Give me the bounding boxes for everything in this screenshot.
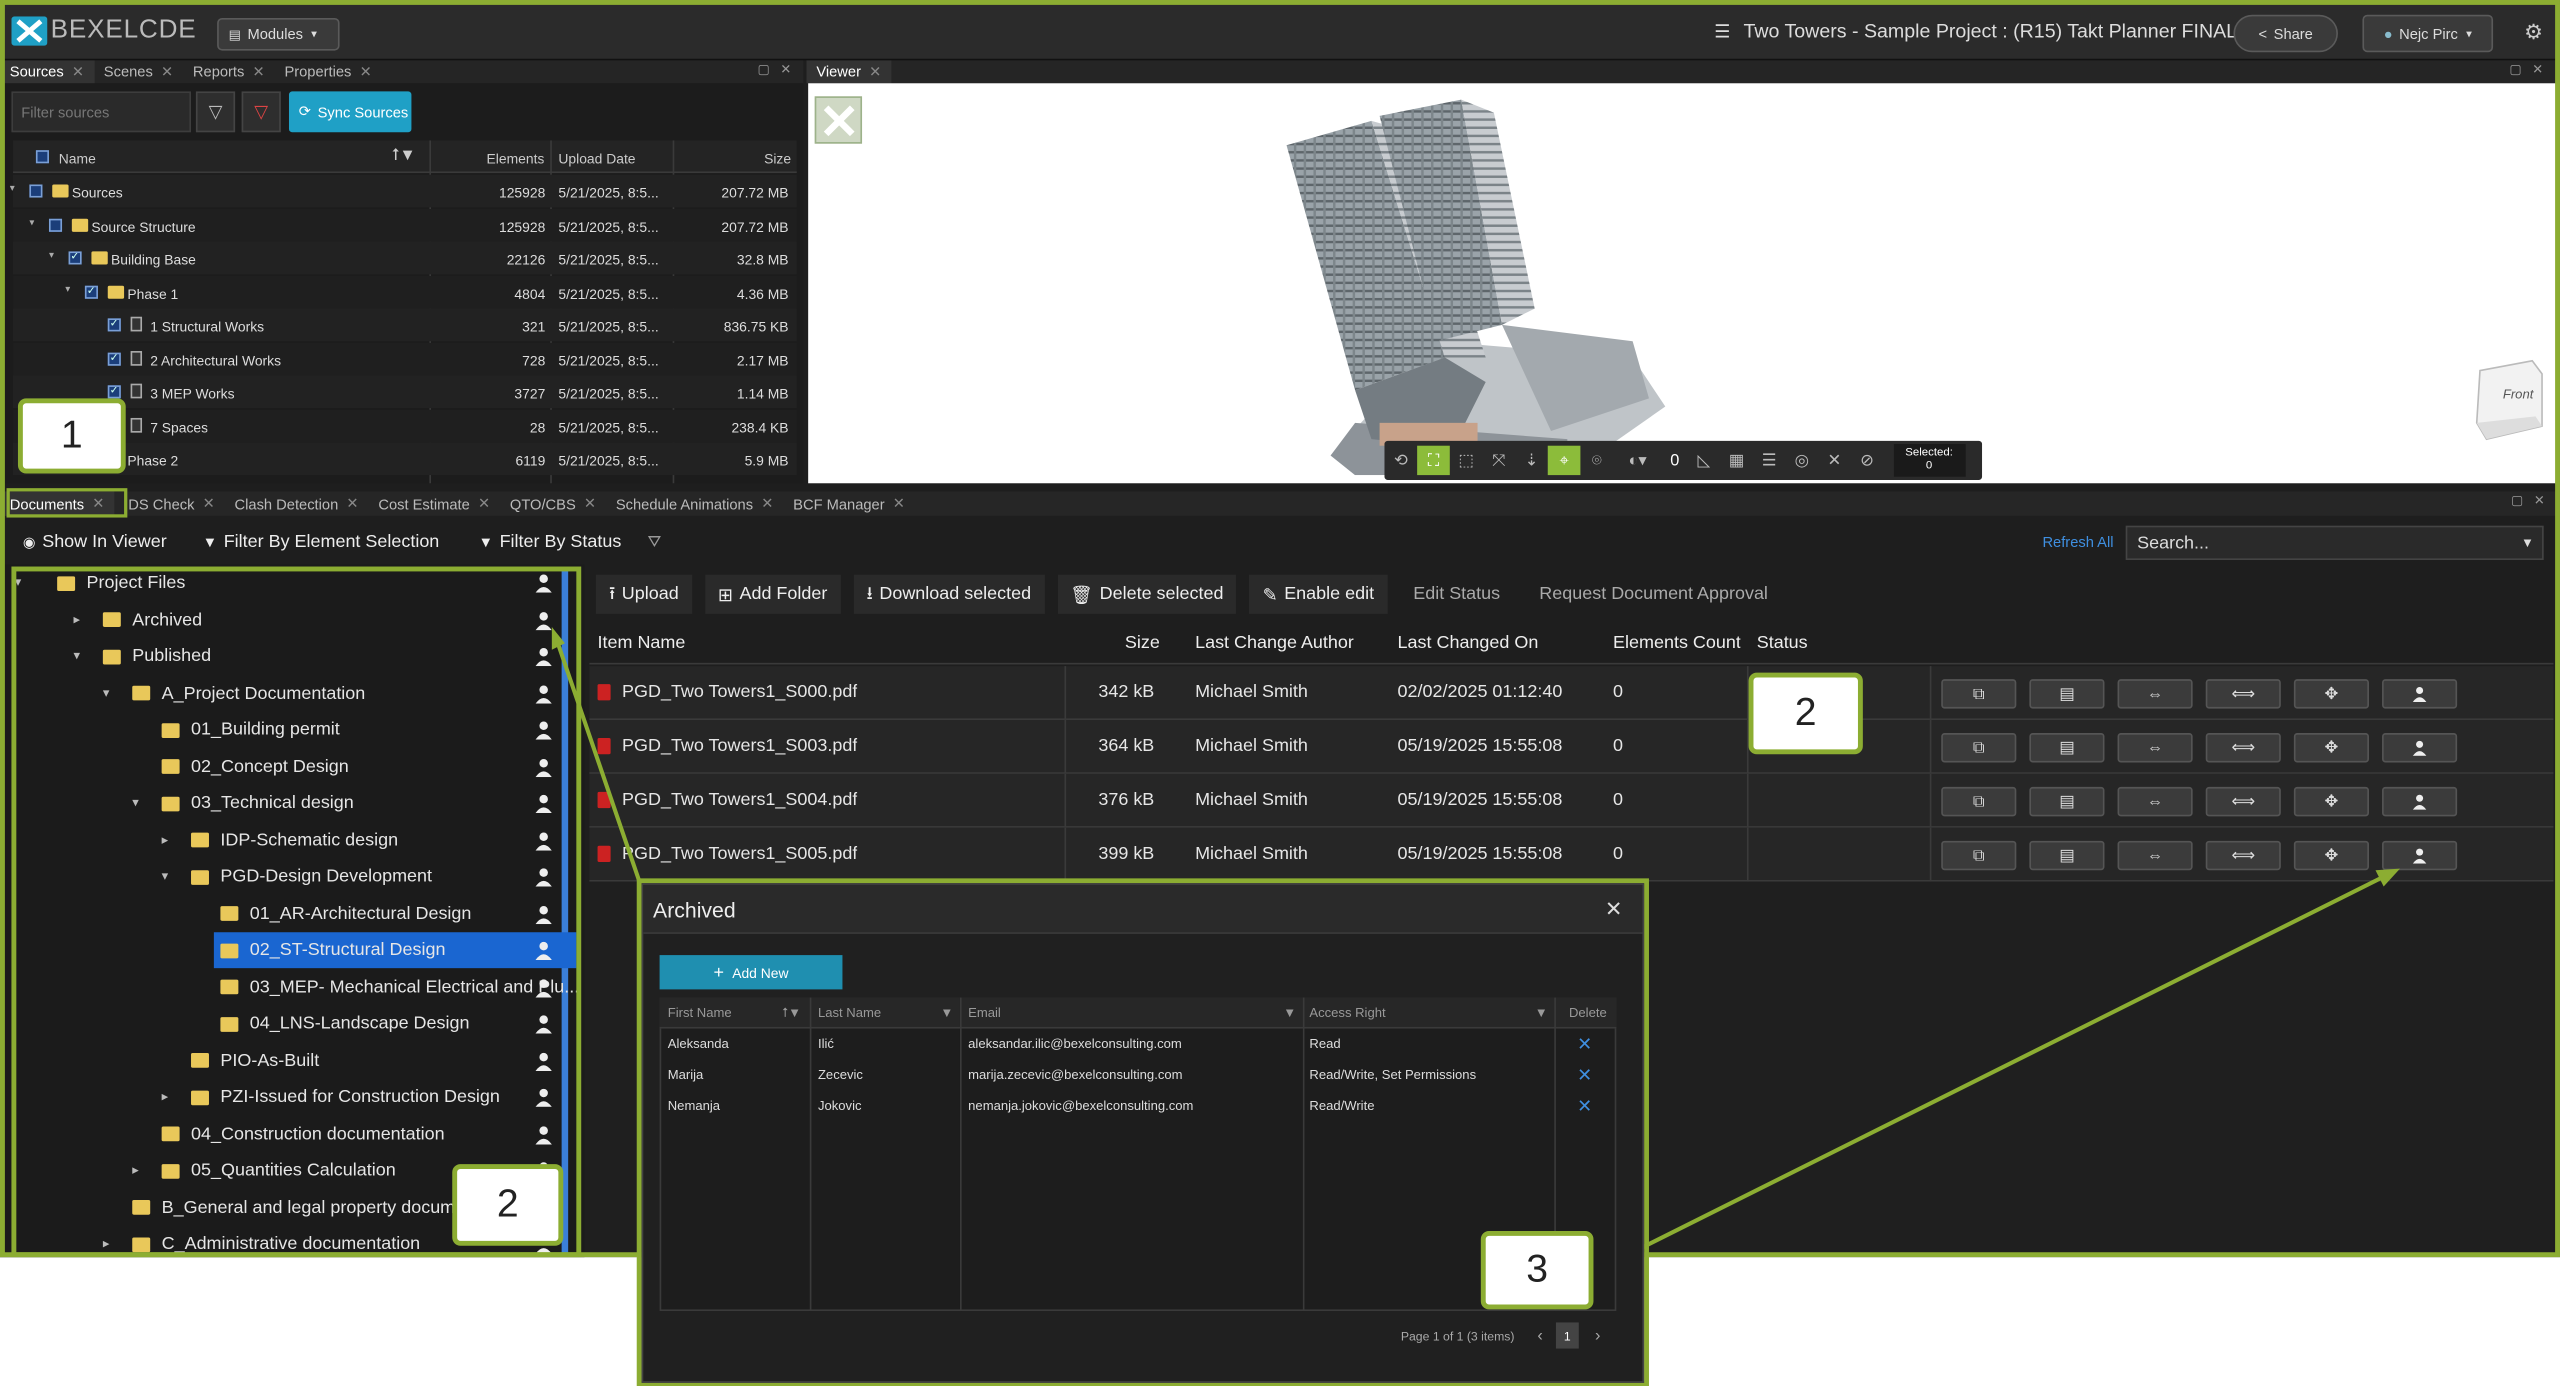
pager: Page 1 of 1 (3 items) ‹ 1 › (1400, 1322, 1601, 1349)
access-right: Read (1309, 1036, 1341, 1052)
delete-icon[interactable]: ✕ (1577, 1064, 1592, 1086)
last-name: Jokovic (817, 1098, 862, 1114)
col-first-name[interactable]: First Name (668, 1006, 732, 1021)
delete-icon[interactable]: ✕ (1577, 1033, 1592, 1055)
first-name: Aleksanda (667, 1036, 729, 1052)
email: nemanja.jokovic@bexelconsulting.com (968, 1098, 1194, 1114)
add-new-button[interactable]: + Add New (659, 955, 843, 990)
chevron-right-icon[interactable]: › (1595, 1327, 1600, 1345)
access-right: Read/Write, Set Permissions (1309, 1067, 1477, 1083)
col-delete[interactable]: Delete (1569, 1006, 1607, 1021)
permission-row[interactable]: Nemanja Jokovic nemanja.jokovic@bexelconsu… (660, 1091, 1617, 1122)
permission-row[interactable]: Marija Zecevic marija.zecevic@bexelconsult… (660, 1060, 1617, 1091)
first-name: Nemanja (667, 1098, 721, 1114)
delete-icon[interactable]: ✕ (1577, 1096, 1592, 1117)
close-icon[interactable]: ✕ (1605, 896, 1623, 922)
plus-icon: + (713, 962, 725, 983)
filter-icon[interactable]: ▼ (1535, 1006, 1548, 1021)
callout-3: 3 (1480, 1231, 1594, 1310)
access-right: Read/Write (1309, 1098, 1375, 1114)
pager-text: Page 1 of 1 (3 items) (1400, 1328, 1515, 1343)
chevron-left-icon[interactable]: ‹ (1537, 1327, 1542, 1345)
first-name: Marija (667, 1067, 704, 1083)
email: marija.zecevic@bexelconsulting.com (968, 1067, 1183, 1083)
filter-icon[interactable]: ▼ (1283, 1006, 1296, 1021)
col-email[interactable]: Email (968, 1006, 1001, 1021)
callout-2-tree: 2 (452, 1164, 564, 1246)
permission-row[interactable]: Aleksanda Ilić aleksandar.ilic@bexelconsul… (660, 1029, 1617, 1060)
callout-1: 1 (17, 398, 126, 474)
dialog-header: Archived ✕ (643, 884, 1643, 934)
col-access-right[interactable]: Access Right (1309, 1006, 1385, 1021)
permissions-grid-header: First Name ⭡▼ Last Name ▼ Email ▼ Access… (659, 997, 1617, 1029)
last-name: Ilić (817, 1036, 834, 1052)
sort-filter-icon[interactable]: ⭡▼ (782, 1006, 801, 1022)
filter-icon[interactable]: ▼ (940, 1006, 953, 1021)
dialog-title: Archived (653, 897, 736, 923)
callout-2-status: 2 (1748, 672, 1863, 755)
email: aleksandar.ilic@bexelconsulting.com (968, 1036, 1182, 1052)
page-1-button[interactable]: 1 (1555, 1322, 1579, 1349)
col-last-name[interactable]: Last Name (818, 1006, 881, 1021)
last-name: Zecevic (817, 1067, 863, 1083)
